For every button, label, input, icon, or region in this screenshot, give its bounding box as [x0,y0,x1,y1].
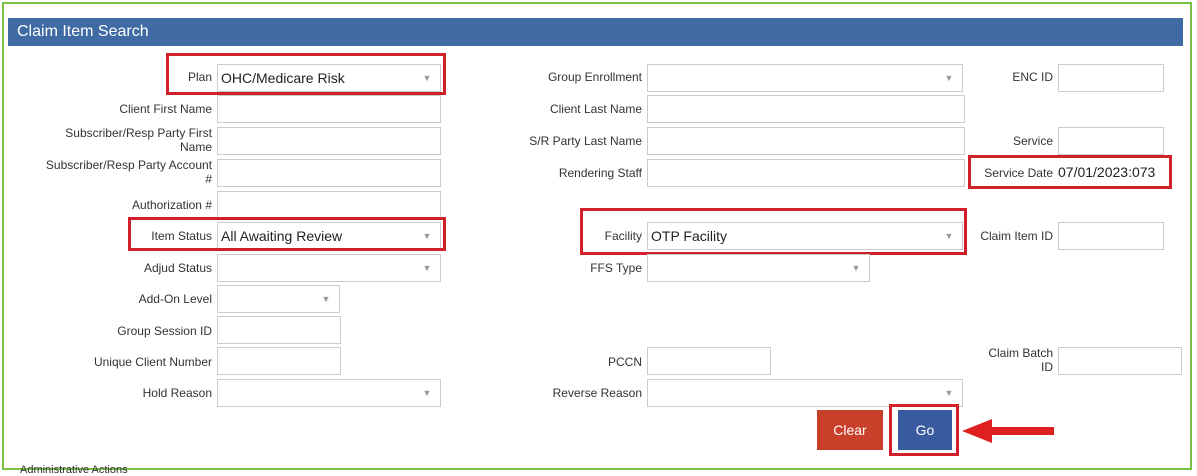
subscriber-account-input[interactable] [217,159,441,187]
item-status-highlight [128,217,446,251]
hold-reason-select[interactable]: ▼ [217,379,441,407]
claim-batch-id-label-line2: ID [1041,360,1053,374]
pccn-input[interactable] [647,347,771,375]
subscriber-account-label: Subscriber/Resp Party Account # [2,158,212,186]
clear-button[interactable]: Clear [817,410,883,450]
chevron-down-icon: ▼ [944,73,954,83]
group-enrollment-label: Group Enrollment [547,70,642,84]
chevron-down-icon: ▼ [422,263,432,273]
sr-party-last-name-input[interactable] [647,127,965,155]
subscriber-account-label-line2: # [205,172,212,186]
hold-reason-label: Hold Reason [142,386,212,400]
group-enrollment-select[interactable]: ▼ [647,64,963,92]
adjud-status-label: Adjud Status [143,261,212,275]
subscriber-first-name-input[interactable] [217,127,441,155]
plan-highlight [166,53,446,95]
rendering-staff-label: Rendering Staff [558,166,642,180]
ffs-type-label: FFS Type [590,261,642,275]
unique-client-number-label: Unique Client Number [93,355,212,369]
claim-batch-id-label-line1: Claim Batch [988,346,1053,360]
enc-id-label: ENC ID [1012,70,1053,84]
adjud-status-select[interactable]: ▼ [217,254,441,282]
group-session-id-input[interactable] [217,316,341,344]
authorization-label: Authorization # [131,198,212,212]
add-on-level-select[interactable]: ▼ [217,285,340,313]
go-highlight [889,404,959,456]
page-title: Claim Item Search [8,18,1183,46]
subscriber-first-name-label-line2: Name [179,140,212,154]
client-first-name-label: Client First Name [119,102,212,116]
rendering-staff-input[interactable] [647,159,965,187]
enc-id-input[interactable] [1058,64,1164,92]
pccn-label: PCCN [607,355,642,369]
group-session-id-label: Group Session ID [117,324,212,338]
reverse-reason-label: Reverse Reason [552,386,642,400]
subscriber-first-name-label: Subscriber/Resp Party First Name [10,126,212,154]
claim-batch-id-label: Claim Batch ID [960,346,1053,374]
add-on-level-label: Add-On Level [138,292,212,306]
claim-batch-id-input[interactable] [1058,347,1182,375]
reverse-reason-select[interactable]: ▼ [647,379,963,407]
subscriber-first-name-label-line1: Subscriber/Resp Party First [65,126,212,140]
service-date-highlight [968,155,1172,189]
chevron-down-icon: ▼ [944,388,954,398]
claim-item-id-label: Claim Item ID [980,229,1053,243]
unique-client-number-input[interactable] [217,347,341,375]
sr-party-last-name-label: S/R Party Last Name [529,134,642,148]
client-first-name-input[interactable] [217,95,441,123]
ffs-type-select[interactable]: ▼ [647,254,870,282]
service-label: Service [1012,134,1053,148]
chevron-down-icon: ▼ [851,263,861,273]
chevron-down-icon: ▼ [321,294,331,304]
facility-highlight [580,208,967,255]
client-last-name-input[interactable] [647,95,965,123]
claim-item-id-input[interactable] [1058,222,1164,250]
client-last-name-label: Client Last Name [549,102,642,116]
authorization-input[interactable] [217,191,441,219]
service-input[interactable] [1058,127,1164,155]
subscriber-account-label-line1: Subscriber/Resp Party Account [45,158,212,172]
chevron-down-icon: ▼ [422,388,432,398]
red-arrow-icon [962,419,1054,443]
administrative-actions-heading: Administrative Actions [20,464,128,476]
